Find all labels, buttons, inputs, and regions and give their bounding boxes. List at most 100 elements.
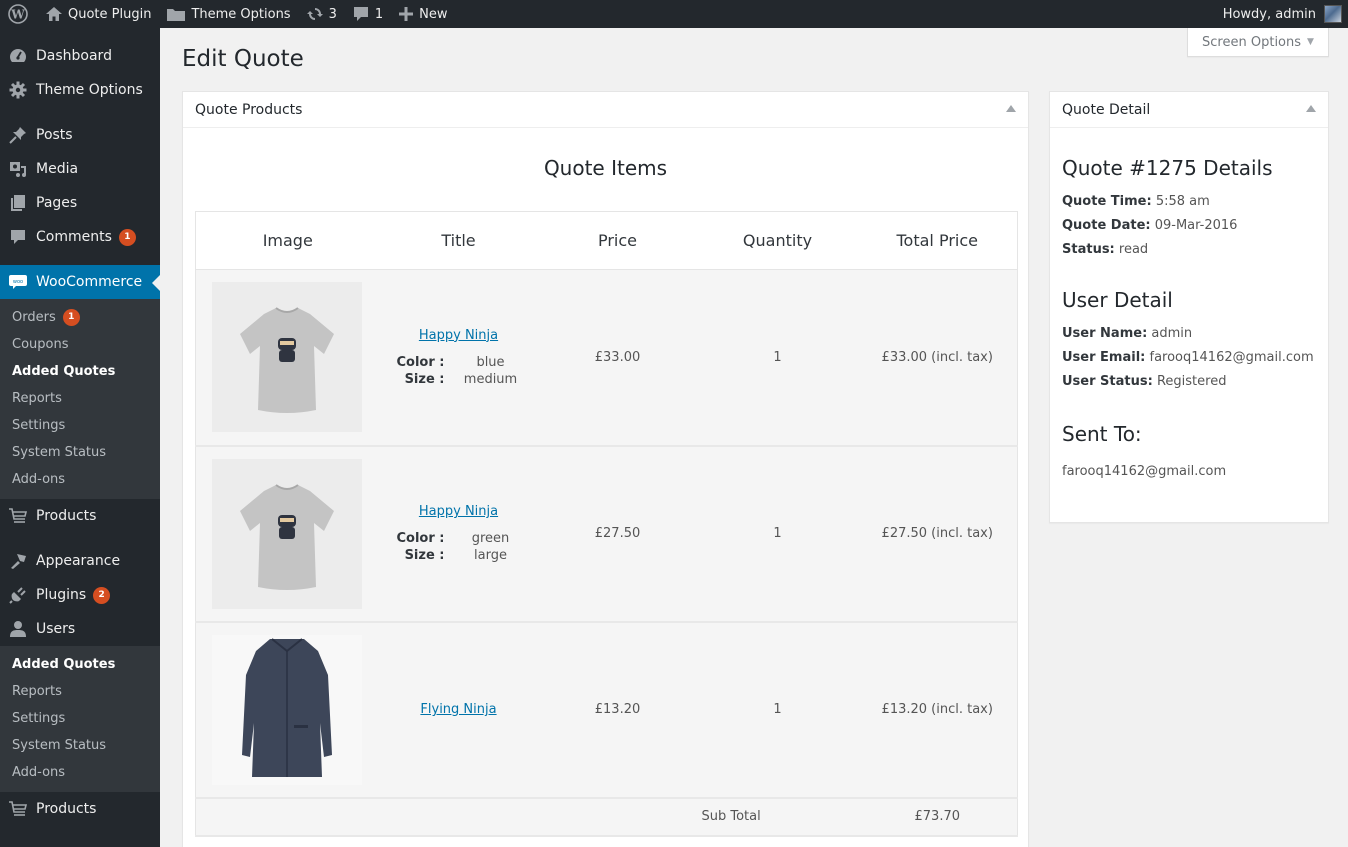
submenu-item-add-ons[interactable]: Add-ons xyxy=(0,466,160,493)
submenu-item-added-quotes[interactable]: Added Quotes xyxy=(0,358,160,385)
caret-down-icon: ▼ xyxy=(1307,37,1314,47)
quote-time: Quote Time: 5:58 am xyxy=(1062,190,1316,214)
field-label: User Status: xyxy=(1062,374,1153,389)
product-title-link[interactable]: Happy Ninja xyxy=(419,328,498,343)
submenu-item-settings[interactable]: Settings xyxy=(0,412,160,439)
theme-options-link[interactable]: Theme Options xyxy=(159,0,298,28)
sidebar-item-products-2[interactable]: Products xyxy=(0,792,160,826)
submenu-item-reports[interactable]: Reports xyxy=(0,678,160,705)
sent-to-heading: Sent To: xyxy=(1062,422,1142,446)
attribute-value: large xyxy=(474,548,507,563)
sidebar-item-products[interactable]: Products xyxy=(0,499,160,533)
column-header-total-price: Total Price xyxy=(857,211,1018,270)
submenu-label: Added Quotes xyxy=(12,657,116,672)
plugins-badge: 2 xyxy=(93,586,111,604)
sidebar-label: Plugins xyxy=(36,587,87,603)
attribute-label: Color : xyxy=(396,354,445,370)
screen-options-button[interactable]: Screen Options ▼ xyxy=(1187,28,1329,57)
quote-heading: Quote #1275 Details xyxy=(1062,156,1273,180)
sidebar-item-posts[interactable]: Posts xyxy=(0,118,160,152)
field-label: User Name: xyxy=(1062,326,1148,341)
title-cell: Happy Ninja Color : blue Size : medium xyxy=(379,269,538,447)
product-title-link[interactable]: Happy Ninja xyxy=(419,504,498,519)
image-cell xyxy=(195,445,380,623)
sidebar-label: Dashboard xyxy=(36,48,112,64)
sidebar-item-theme-options[interactable]: Theme Options xyxy=(0,73,160,107)
table-row: Flying Ninja £13.20 1 £13.20 (incl. tax) xyxy=(195,621,1018,799)
quote-status: Status: read xyxy=(1062,238,1316,262)
sidebar-label: Theme Options xyxy=(36,82,143,98)
home-icon xyxy=(46,7,62,21)
sidebar-item-users[interactable]: Users xyxy=(0,612,160,646)
attribute-label: Color : xyxy=(396,531,445,546)
postbox-title: Quote Detail xyxy=(1062,101,1151,118)
field-value: 5:58 am xyxy=(1155,194,1210,209)
submenu-label: Reports xyxy=(12,684,62,699)
user-email: User Email: farooq14162@gmail.com xyxy=(1062,346,1316,370)
sidebar-item-dashboard[interactable]: Dashboard xyxy=(0,39,160,73)
empty-cell xyxy=(537,797,698,837)
attribute-label: Size : xyxy=(404,548,445,563)
column-header-image: Image xyxy=(195,211,380,270)
sidebar-label: Users xyxy=(36,621,76,637)
updates-count: 3 xyxy=(328,6,337,22)
attribute-label: Size : xyxy=(404,371,445,387)
quote-detail-header[interactable]: Quote Detail xyxy=(1050,92,1328,128)
attribute-value: blue xyxy=(476,354,505,370)
wordpress-menu[interactable]: W xyxy=(0,0,38,28)
site-name: Quote Plugin xyxy=(68,6,152,22)
submenu-item-system-status[interactable]: System Status xyxy=(0,439,160,466)
my-account-menu[interactable]: Howdy, admin xyxy=(1215,0,1348,28)
attribute-value: medium xyxy=(463,371,518,387)
total-price-cell: £33.00 (incl. tax) xyxy=(857,269,1018,447)
submenu-item-add-ons[interactable]: Add-ons xyxy=(0,759,160,786)
screen-options-label: Screen Options xyxy=(1202,34,1302,50)
quote-items-title: Quote Items xyxy=(543,156,668,180)
submenu-label: Orders xyxy=(12,310,56,325)
product-image-coat[interactable] xyxy=(212,634,362,785)
price-cell: £13.20 xyxy=(537,621,698,799)
cart-icon xyxy=(8,506,28,526)
submenu-item-reports[interactable]: Reports xyxy=(0,385,160,412)
pages-icon xyxy=(8,193,28,213)
sidebar-item-pages[interactable]: Pages xyxy=(0,186,160,220)
user-name: User Name: admin xyxy=(1062,322,1316,346)
field-label: Quote Time: xyxy=(1062,194,1152,209)
quote-products-header[interactable]: Quote Products xyxy=(183,92,1028,128)
sidebar-item-comments[interactable]: Comments 1 xyxy=(0,220,160,254)
product-attributes: Color : green Size : large xyxy=(388,531,538,563)
site-name-link[interactable]: Quote Plugin xyxy=(38,0,159,28)
submenu-item-added-quotes[interactable]: Added Quotes xyxy=(0,651,160,678)
collapse-toggle-icon[interactable] xyxy=(1306,105,1316,112)
media-icon xyxy=(8,159,28,179)
comment-icon xyxy=(353,6,369,22)
sidebar-item-appearance[interactable]: Appearance xyxy=(0,544,160,578)
price-cell: £27.50 xyxy=(537,445,698,623)
quote-items-table: Image Title Price Quantity Total Price H… xyxy=(195,211,1018,837)
submenu-item-orders[interactable]: Orders 1 xyxy=(0,304,160,331)
table-row: Happy Ninja Color : green Size : large £… xyxy=(195,445,1018,623)
submenu-label: System Status xyxy=(12,738,107,753)
updates-link[interactable]: 3 xyxy=(299,0,345,28)
field-value: 09-Mar-2016 xyxy=(1154,218,1238,233)
new-content-link[interactable]: New xyxy=(391,0,455,28)
quantity-cell: 1 xyxy=(697,269,858,447)
submenu-item-settings[interactable]: Settings xyxy=(0,705,160,732)
product-title-link[interactable]: Flying Ninja xyxy=(420,702,496,717)
pin-icon xyxy=(8,125,28,145)
quantity-cell: 1 xyxy=(697,445,858,623)
collapse-toggle-icon[interactable] xyxy=(1006,105,1016,112)
submenu-label: Reports xyxy=(12,391,62,406)
empty-cell xyxy=(379,797,538,837)
product-attributes: Color : blue Size : medium xyxy=(388,355,538,387)
sidebar-item-media[interactable]: Media xyxy=(0,152,160,186)
submenu-item-system-status[interactable]: System Status xyxy=(0,732,160,759)
sidebar-item-woocommerce[interactable]: woo WooCommerce xyxy=(0,265,160,299)
submenu-item-coupons[interactable]: Coupons xyxy=(0,331,160,358)
plus-icon xyxy=(399,7,414,21)
product-image-tshirt[interactable] xyxy=(212,282,362,433)
comments-link[interactable]: 1 xyxy=(345,0,391,28)
sidebar-item-plugins[interactable]: Plugins 2 xyxy=(0,578,160,612)
product-image-tshirt[interactable] xyxy=(212,458,362,609)
users-submenu: Added Quotes Reports Settings System Sta… xyxy=(0,646,160,792)
